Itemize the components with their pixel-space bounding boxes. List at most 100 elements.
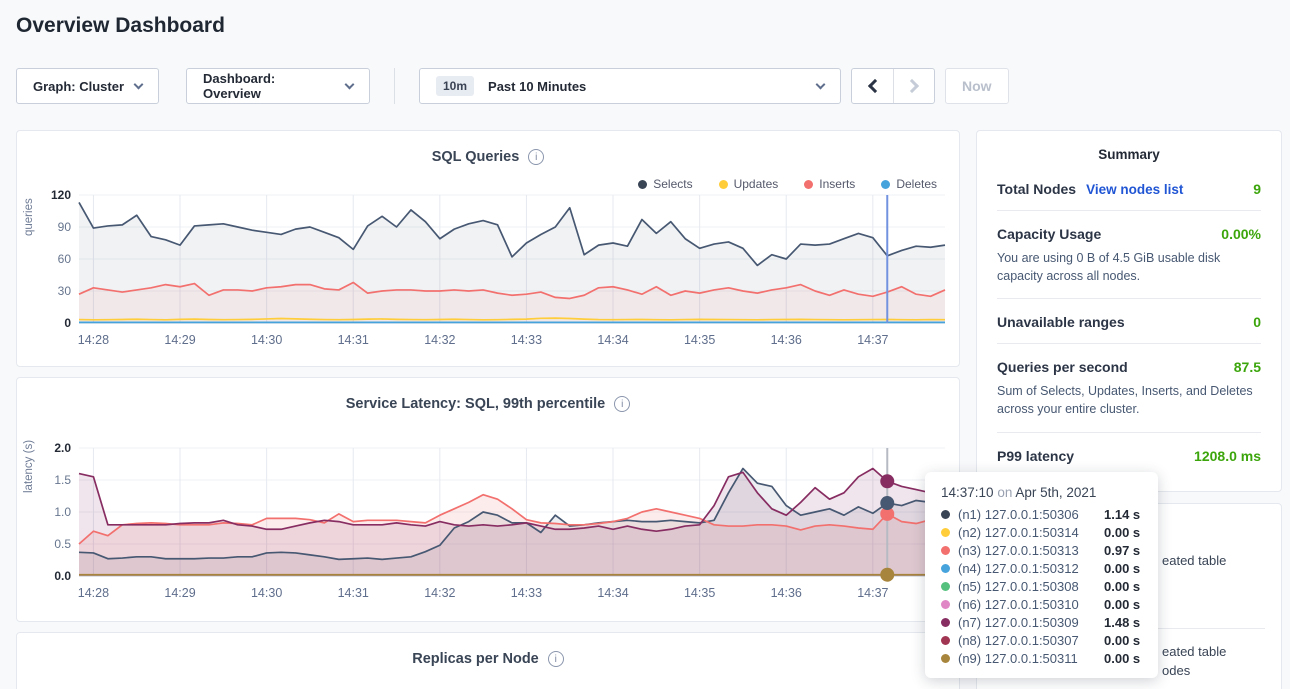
tooltip-rows: (n1) 127.0.0.1:503061.14 s(n2) 127.0.0.1… bbox=[941, 505, 1142, 667]
tooltip-node-row: (n4) 127.0.0.1:503120.00 s bbox=[941, 559, 1142, 577]
summary-row-value: 9 bbox=[1253, 181, 1261, 197]
svg-text:14:32: 14:32 bbox=[424, 586, 455, 600]
node-series-dot-icon bbox=[941, 528, 950, 537]
svg-text:14:30: 14:30 bbox=[251, 333, 282, 347]
svg-text:14:34: 14:34 bbox=[597, 586, 628, 600]
node-series-dot-icon bbox=[941, 600, 950, 609]
tooltip-node-value: 1.48 s bbox=[1104, 615, 1140, 630]
svg-text:14:33: 14:33 bbox=[511, 333, 542, 347]
tooltip-node-label: (n9) 127.0.0.1:50311 bbox=[958, 651, 1104, 666]
svg-text:14:37: 14:37 bbox=[857, 586, 888, 600]
tooltip-node-label: (n4) 127.0.0.1:50312 bbox=[958, 561, 1104, 576]
tooltip-node-label: (n3) 127.0.0.1:50313 bbox=[958, 543, 1104, 558]
node-series-dot-icon bbox=[941, 564, 950, 573]
node-series-dot-icon bbox=[941, 510, 950, 519]
dashboard-dropdown[interactable]: Dashboard: Overview bbox=[186, 68, 370, 104]
sql-queries-panel: SQL Queries i SelectsUpdatesInsertsDelet… bbox=[16, 130, 960, 367]
replicas-panel: Replicas per Node i bbox=[16, 632, 960, 689]
svg-text:30: 30 bbox=[58, 284, 72, 298]
time-prev-button[interactable] bbox=[852, 69, 893, 103]
summary-row-description: You are using 0 B of 4.5 GiB usable disk… bbox=[997, 249, 1261, 285]
event-text-fragment: eated table bbox=[1162, 644, 1226, 659]
summary-row: Queries per second 87.5 Sum of Selects, Up… bbox=[997, 344, 1261, 432]
chevron-right-icon bbox=[905, 79, 919, 93]
tooltip-node-value: 0.00 s bbox=[1104, 525, 1140, 540]
summary-row: P99 latency1208.0 ms bbox=[997, 433, 1261, 477]
sql-chart[interactable]: 030609012014:2814:2914:3014:3114:3214:33… bbox=[17, 187, 959, 359]
node-series-dot-icon bbox=[941, 582, 950, 591]
svg-text:14:31: 14:31 bbox=[338, 333, 369, 347]
chevron-down-icon bbox=[134, 79, 144, 89]
svg-text:2.0: 2.0 bbox=[54, 441, 71, 455]
graph-dropdown-label: Graph: Cluster bbox=[33, 79, 124, 94]
tooltip-node-value: 0.97 s bbox=[1104, 543, 1140, 558]
info-icon[interactable]: i bbox=[528, 149, 544, 165]
svg-text:14:34: 14:34 bbox=[597, 333, 628, 347]
time-range-badge: 10m bbox=[436, 76, 474, 96]
tooltip-node-value: 0.00 s bbox=[1104, 561, 1140, 576]
summary-row-header: Queries per second 87.5 bbox=[997, 359, 1261, 375]
summary-row-label: Capacity Usage bbox=[997, 226, 1101, 242]
summary-panel: Summary Total NodesView nodes list9Capac… bbox=[976, 130, 1282, 492]
svg-text:60: 60 bbox=[58, 252, 72, 266]
chart-hover-tooltip: 14:37:10 on Apr 5th, 2021 (n1) 127.0.0.1… bbox=[925, 472, 1158, 678]
latency-chart-title: Service Latency: SQL, 99th percentile bbox=[346, 396, 606, 412]
summary-view-nodes-link[interactable]: View nodes list bbox=[1086, 182, 1183, 197]
event-text-fragment: eated table bbox=[1162, 553, 1226, 568]
svg-text:1.0: 1.0 bbox=[54, 505, 71, 519]
tooltip-date: Apr 5th, 2021 bbox=[1015, 485, 1096, 500]
tooltip-node-label: (n7) 127.0.0.1:50309 bbox=[958, 615, 1104, 630]
graph-dropdown[interactable]: Graph: Cluster bbox=[16, 68, 159, 104]
svg-text:120: 120 bbox=[51, 188, 71, 202]
sql-chart-title: SQL Queries bbox=[432, 149, 520, 165]
now-button[interactable]: Now bbox=[945, 68, 1009, 104]
summary-title: Summary bbox=[997, 147, 1261, 162]
time-range-dropdown[interactable]: 10m Past 10 Minutes bbox=[419, 68, 841, 104]
time-step-buttons bbox=[851, 68, 935, 104]
tooltip-node-value: 0.00 s bbox=[1104, 633, 1140, 648]
summary-row-label: Queries per second bbox=[997, 359, 1128, 375]
summary-row-header: P99 latency1208.0 ms bbox=[997, 448, 1261, 464]
tooltip-timestamp: 14:37:10 on Apr 5th, 2021 bbox=[941, 485, 1142, 500]
svg-text:14:29: 14:29 bbox=[164, 586, 195, 600]
chevron-left-icon bbox=[867, 79, 881, 93]
summary-row-value: 0 bbox=[1253, 314, 1261, 330]
summary-row: Unavailable ranges0 bbox=[997, 299, 1261, 344]
tooltip-node-value: 0.00 s bbox=[1104, 597, 1140, 612]
tooltip-node-label: (n6) 127.0.0.1:50310 bbox=[958, 597, 1104, 612]
svg-text:14:33: 14:33 bbox=[511, 586, 542, 600]
chevron-down-icon bbox=[345, 79, 355, 89]
time-range-label: Past 10 Minutes bbox=[488, 79, 586, 94]
svg-text:14:29: 14:29 bbox=[164, 333, 195, 347]
svg-text:14:30: 14:30 bbox=[251, 586, 282, 600]
summary-row-description: Sum of Selects, Updates, Inserts, and De… bbox=[997, 382, 1261, 418]
latency-chart[interactable]: 0.00.51.01.52.014:2814:2914:3014:3114:32… bbox=[17, 440, 959, 612]
summary-row: Total NodesView nodes list9 bbox=[997, 166, 1261, 211]
svg-text:14:35: 14:35 bbox=[684, 586, 715, 600]
svg-text:14:37: 14:37 bbox=[857, 333, 888, 347]
svg-text:14:28: 14:28 bbox=[78, 333, 109, 347]
svg-text:14:36: 14:36 bbox=[771, 586, 802, 600]
svg-text:0: 0 bbox=[64, 316, 71, 330]
latency-panel: Service Latency: SQL, 99th percentile i … bbox=[16, 377, 960, 622]
overview-dashboard-page: Overview Dashboard Graph: Cluster Dashbo… bbox=[0, 0, 1290, 689]
tooltip-node-row: (n3) 127.0.0.1:503130.97 s bbox=[941, 541, 1142, 559]
svg-text:14:32: 14:32 bbox=[424, 333, 455, 347]
tooltip-node-value: 0.00 s bbox=[1104, 579, 1140, 594]
svg-text:1.5: 1.5 bbox=[54, 473, 71, 487]
chevron-down-icon bbox=[816, 79, 826, 89]
time-next-button[interactable] bbox=[893, 69, 934, 103]
now-button-label: Now bbox=[962, 78, 992, 94]
svg-text:0.5: 0.5 bbox=[54, 537, 71, 551]
svg-text:14:31: 14:31 bbox=[338, 586, 369, 600]
info-icon[interactable]: i bbox=[614, 396, 630, 412]
node-series-dot-icon bbox=[941, 636, 950, 645]
toolbar: Graph: Cluster Dashboard: Overview 10m P… bbox=[16, 68, 1009, 104]
summary-row-value: 87.5 bbox=[1234, 359, 1261, 375]
summary-row: Capacity Usage 0.00% You are using 0 B of … bbox=[997, 211, 1261, 299]
tooltip-node-row: (n9) 127.0.0.1:503110.00 s bbox=[941, 649, 1142, 667]
info-icon[interactable]: i bbox=[548, 651, 564, 667]
summary-row-value: 0.00% bbox=[1221, 226, 1261, 242]
svg-text:14:36: 14:36 bbox=[771, 333, 802, 347]
tooltip-node-value: 1.14 s bbox=[1104, 507, 1140, 522]
